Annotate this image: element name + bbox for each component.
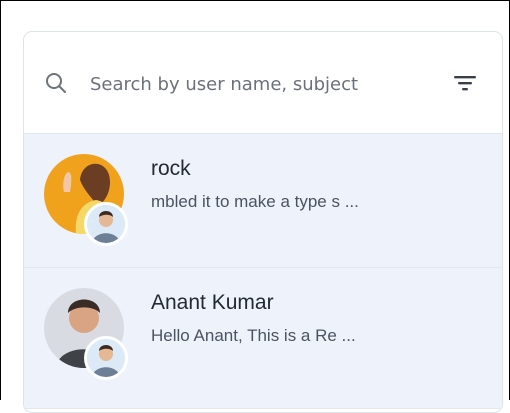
conversation-panel: rock mbled it to make a type s ... — [23, 31, 503, 413]
message-preview: mbled it to make a type s ... — [151, 192, 359, 211]
contact-name: rock — [151, 157, 191, 180]
search-bar — [24, 32, 502, 134]
message-preview: Hello Anant, This is a Re ... — [151, 326, 356, 345]
frame-left-border — [0, 0, 1, 400]
search-icon — [46, 73, 66, 93]
frame-top-border — [0, 0, 510, 1]
filter-icon[interactable] — [454, 74, 476, 92]
contact-name: Anant Kumar — [151, 291, 274, 314]
conversation-list: rock mbled it to make a type s ... Anant… — [24, 134, 502, 409]
search-input[interactable] — [88, 66, 392, 102]
conversation-item-anant-kumar[interactable]: Anant Kumar Hello Anant, This is a Re ..… — [24, 268, 502, 409]
secondary-avatar — [84, 336, 128, 380]
secondary-avatar — [84, 202, 128, 246]
conversation-item-rock[interactable]: rock mbled it to make a type s ... — [24, 134, 502, 268]
